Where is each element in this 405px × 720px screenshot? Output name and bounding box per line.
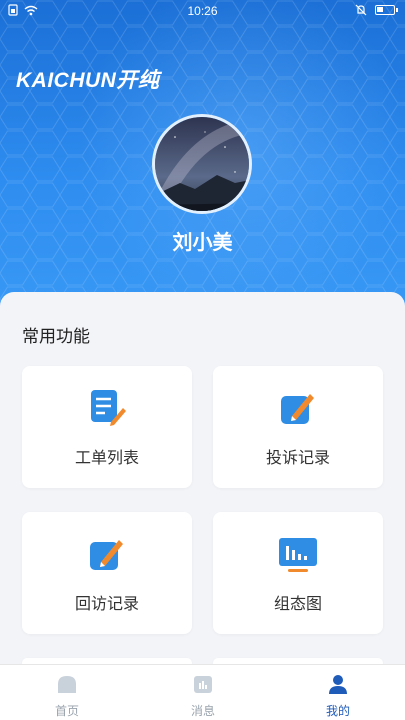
brand-logo: KAICHUN开纯 (16, 69, 160, 92)
card-label: 投诉记录 (265, 448, 330, 467)
nav-profile[interactable]: 我的 (293, 673, 383, 719)
return-visit-icon (90, 540, 123, 570)
card-return-visit[interactable]: 回访记录 (22, 512, 192, 634)
configuration-chart-icon (279, 538, 317, 572)
card-label: 组态图 (273, 594, 322, 613)
nav-label: 消息 (190, 704, 215, 718)
nav-label: 首页 (54, 704, 79, 718)
avatar[interactable] (152, 114, 252, 214)
card-label: 工单列表 (74, 448, 139, 467)
status-bar: 10:26 (0, 0, 405, 22)
complaint-record-icon (281, 394, 314, 424)
battery-icon (375, 5, 398, 15)
home-icon (58, 676, 76, 693)
nav-home[interactable]: 首页 (22, 673, 112, 719)
bottom-nav: 首页 消息 我的 (0, 664, 405, 720)
status-time: 10:26 (187, 4, 218, 18)
work-order-list-icon (91, 390, 126, 426)
profile-icon (329, 675, 347, 694)
section-title: 常用功能 (22, 327, 90, 347)
card-work-order-list[interactable]: 工单列表 (22, 366, 192, 488)
functions-panel (0, 292, 405, 720)
card-complaint-record[interactable]: 投诉记录 (213, 366, 383, 488)
card-configuration-chart[interactable]: 组态图 (213, 512, 383, 634)
nav-messages[interactable]: 消息 (158, 673, 248, 719)
mute-bell-icon (355, 4, 367, 16)
user-name: 刘小美 (172, 230, 233, 254)
message-icon (194, 676, 212, 693)
card-label: 回访记录 (74, 594, 139, 613)
profile-header: 10:26 KAICHUN开纯 刘小美 (0, 0, 405, 330)
nav-label: 我的 (325, 704, 350, 718)
